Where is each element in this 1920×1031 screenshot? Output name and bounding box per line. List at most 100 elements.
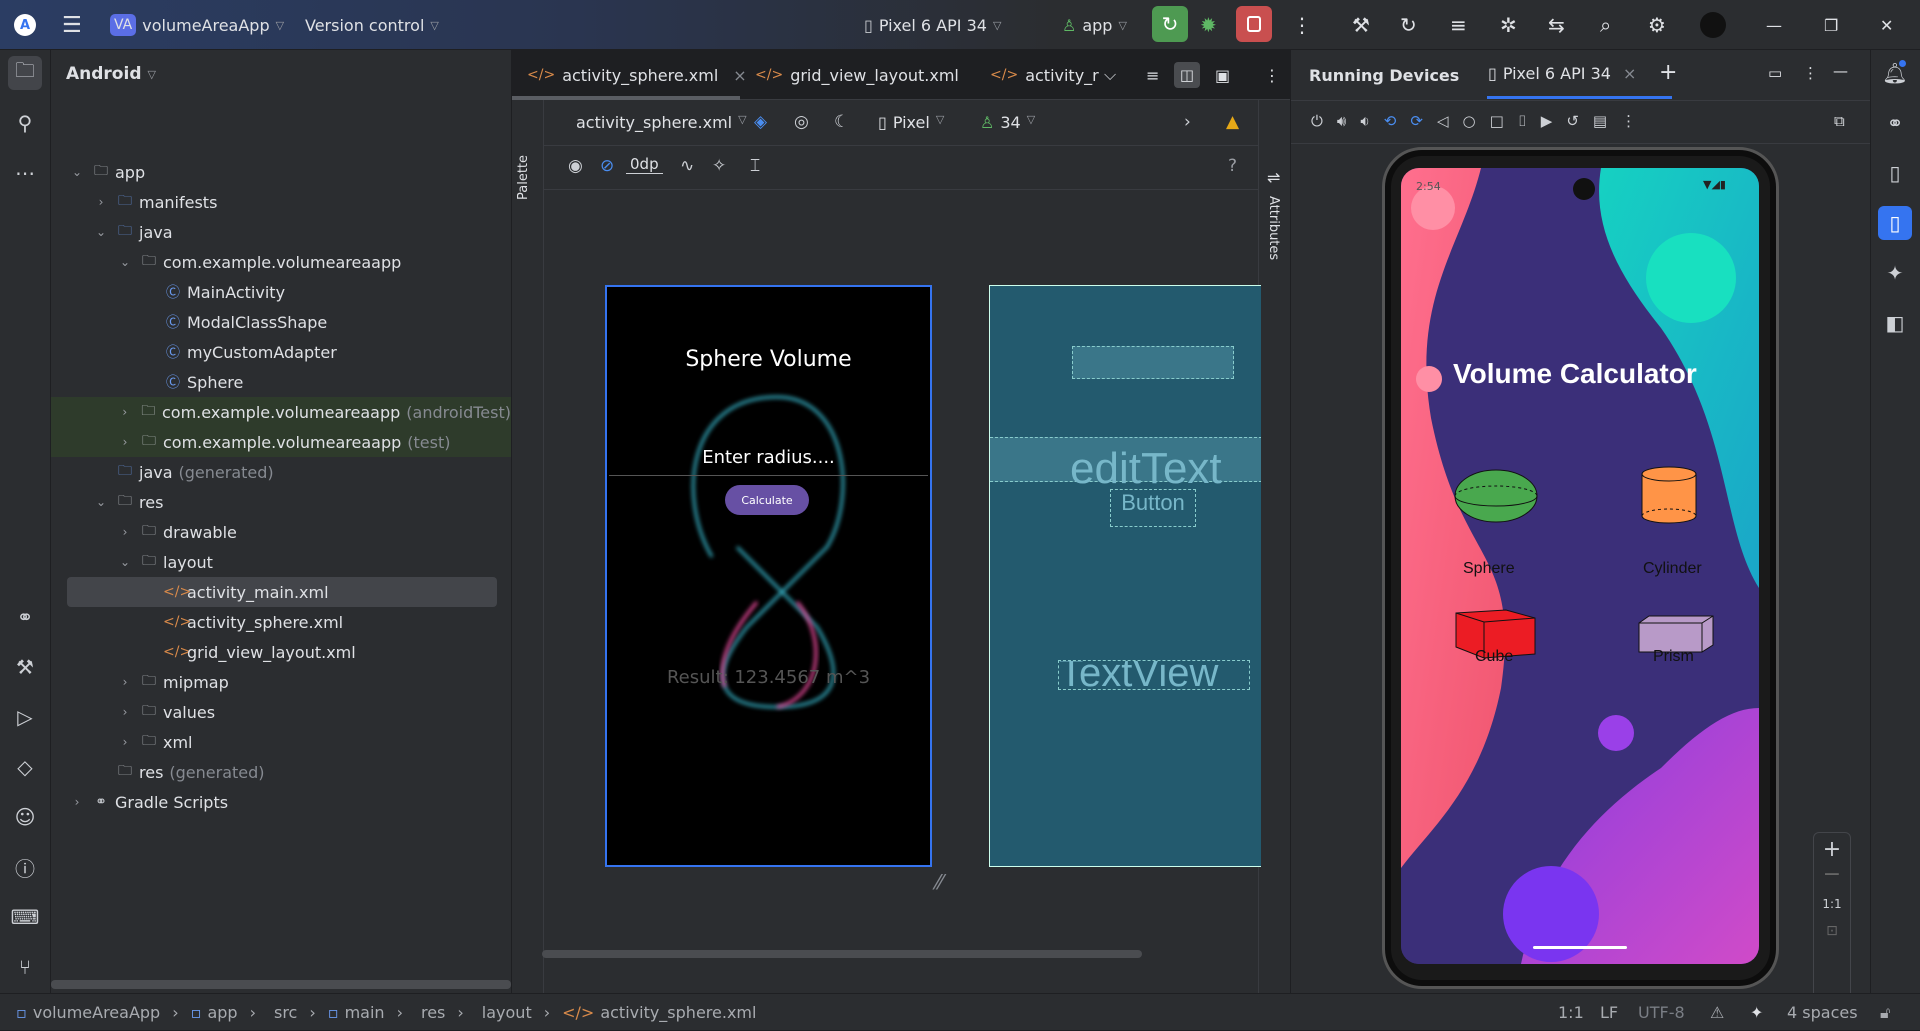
tree-item[interactable]: ⌄ 🗀 java xyxy=(51,217,511,247)
gemini-status-icon[interactable]: ✦ xyxy=(1750,994,1763,1031)
design-view-icon[interactable]: ▣ xyxy=(1215,50,1230,100)
overview-icon[interactable]: □ xyxy=(1490,112,1504,130)
tree-item[interactable]: Ⓒ MainActivity xyxy=(51,277,511,307)
clear-constraints-icon[interactable]: ∿ xyxy=(680,156,694,176)
breadcrumb-item[interactable]: activity_sphere.xml xyxy=(600,1003,756,1022)
indent-setting[interactable]: 4 spaces xyxy=(1787,994,1858,1031)
minimize-button[interactable]: — xyxy=(1766,0,1782,50)
terminal-icon[interactable]: ⌨ xyxy=(8,900,42,934)
design-preview[interactable]: Sphere Volume Enter radius.... Calculate… xyxy=(605,285,932,867)
help-button[interactable]: ? xyxy=(1228,156,1237,176)
running-devices-icon[interactable]: ▯ xyxy=(1878,206,1912,240)
build-icon[interactable]: ⚒ xyxy=(1352,0,1370,50)
phone-screen[interactable]: 2:54 ▼◢▮ Volume Calculator Sphere Cylind… xyxy=(1401,168,1759,964)
sphere-shape-icon[interactable] xyxy=(1453,468,1539,524)
debug-icon[interactable]: ✹ xyxy=(1200,0,1217,50)
run-tool-icon[interactable]: ▷ xyxy=(8,700,42,734)
project-tool-icon[interactable]: 🗀 xyxy=(8,56,42,90)
gradle-sync-icon[interactable]: ⇆ xyxy=(1548,0,1565,50)
tab-grid-view-layout[interactable]: </> grid_view_layout.xml xyxy=(755,50,959,100)
app-quality-icon[interactable]: ◇ xyxy=(8,750,42,784)
canvas-horizontal-scrollbar[interactable] xyxy=(542,950,1142,958)
volume-down-icon[interactable]: 🔉︎ xyxy=(1360,112,1369,130)
tree-item[interactable]: Ⓒ Sphere xyxy=(51,367,511,397)
gesture-nav-bar[interactable] xyxy=(1533,946,1627,949)
device-tab[interactable]: ▯ Pixel 6 API 34 × xyxy=(1488,64,1636,83)
prism-label[interactable]: Prism xyxy=(1653,648,1694,666)
split-view-icon[interactable]: ◫ xyxy=(1174,62,1200,88)
guidelines-icon[interactable]: ⌶ xyxy=(750,156,760,176)
resource-manager-icon[interactable]: ⚲ xyxy=(8,106,42,140)
layers-icon[interactable]: ◈ xyxy=(754,112,767,132)
cursor-position[interactable]: 1:1 xyxy=(1558,994,1584,1031)
project-selector[interactable]: VA volumeAreaApp ▽ xyxy=(110,0,284,50)
project-view-selector[interactable]: Android ▽ xyxy=(66,64,156,84)
preview-radius-input[interactable]: Enter radius.... xyxy=(607,447,930,468)
notifications-icon[interactable]: 🔔︎ xyxy=(1878,56,1912,90)
breadcrumb-item[interactable]: src xyxy=(274,1003,297,1022)
chevron-down-icon[interactable]: ⌄ xyxy=(117,555,133,569)
add-device-icon[interactable]: + xyxy=(1659,60,1677,85)
problems-icon[interactable]: ⓘ xyxy=(8,850,42,884)
tree-item[interactable]: › 🗀 com.example.volumeareaapp (androidTest) xyxy=(51,397,511,427)
snapshot-icon[interactable]: ▤ xyxy=(1593,112,1607,130)
tree-item[interactable]: › 🗀 com.example.volumeareaapp (test) xyxy=(51,427,511,457)
device-manager-icon[interactable]: ▯ xyxy=(1878,156,1912,190)
record-icon[interactable]: ▶ xyxy=(1541,112,1553,130)
attributes-icon[interactable]: ⇌ xyxy=(1267,168,1280,187)
close-button[interactable]: ✕ xyxy=(1880,0,1893,50)
gradle-tool-icon[interactable]: ⚭ xyxy=(1878,106,1912,140)
breadcrumb-item[interactable]: layout xyxy=(482,1003,532,1022)
palette-tab[interactable]: Palette xyxy=(516,155,531,200)
zoom-actual-size-button[interactable]: 1:1 xyxy=(1814,897,1850,911)
run-config-selector[interactable]: ♙ app ▽ xyxy=(1062,0,1127,50)
chevron-right-icon[interactable]: › xyxy=(117,525,133,539)
tree-item[interactable]: </> activity_main.xml xyxy=(67,577,497,607)
build-tool-icon[interactable]: ⚒ xyxy=(8,650,42,684)
tab-activity-sphere[interactable]: </> activity_sphere.xml × xyxy=(527,50,747,100)
tree-item[interactable]: ⌄ 🗀 layout xyxy=(51,547,511,577)
layout-icon[interactable]: ▭ xyxy=(1768,64,1782,82)
api-level-selector[interactable]: ♙ 34 ▽ xyxy=(980,113,1035,132)
tab-list-dropdown[interactable]: ⌵ xyxy=(1104,50,1116,100)
attributes-tab[interactable]: Attributes xyxy=(1266,196,1281,260)
sync-icon[interactable]: ≡ xyxy=(1450,0,1467,50)
breadcrumb-item[interactable]: res xyxy=(421,1003,445,1022)
volume-up-icon[interactable]: 🔊︎ xyxy=(1337,112,1346,130)
rotate-left-icon[interactable]: ⟲ xyxy=(1384,112,1397,130)
gear-icon[interactable]: ⚙ xyxy=(1648,0,1666,50)
main-menu-icon[interactable]: ☰ xyxy=(62,0,82,50)
stop-button[interactable] xyxy=(1236,6,1272,42)
breadcrumb-item[interactable]: app xyxy=(207,1003,237,1022)
search-icon[interactable]: ⌕ xyxy=(1600,0,1611,50)
tree-item[interactable]: 🗀 res (generated) xyxy=(51,757,511,787)
home-icon[interactable]: ○ xyxy=(1462,112,1475,130)
tree-item[interactable]: ⌄ 🗀 com.example.volumeareaapp xyxy=(51,247,511,277)
tree-item[interactable]: › 🗀 manifests xyxy=(51,187,511,217)
more-icon[interactable]: ⋮ xyxy=(1264,50,1280,100)
chevron-down-icon[interactable]: ⌄ xyxy=(117,255,133,269)
code-view-icon[interactable]: ≡ xyxy=(1146,50,1159,100)
device-preview-selector[interactable]: ▯ Pixel ▽ xyxy=(878,113,944,132)
gemini-icon[interactable]: ✦ xyxy=(1878,256,1912,290)
apply-changes-button[interactable]: ↻ xyxy=(1152,6,1188,42)
chevron-right-icon[interactable]: › xyxy=(117,735,133,749)
tree-item[interactable]: ⌄ 🗀 app xyxy=(51,157,511,187)
gradle-icon[interactable]: ⚭ xyxy=(8,600,42,634)
power-icon[interactable]: ⏻ xyxy=(1311,112,1323,130)
infer-constraints-icon[interactable]: ✧ xyxy=(712,156,726,176)
tree-item[interactable]: › 🗀 values xyxy=(51,697,511,727)
horizontal-scrollbar[interactable] xyxy=(51,980,511,989)
warning-icon[interactable]: ▲ xyxy=(1226,112,1239,132)
tree-item[interactable]: Ⓒ ModalClassShape xyxy=(51,307,511,337)
eye-icon[interactable]: ◉ xyxy=(568,156,583,176)
tree-item[interactable]: </> activity_sphere.xml xyxy=(51,607,511,637)
tree-item[interactable]: › 🗀 mipmap xyxy=(51,667,511,697)
git-icon[interactable]: ⑂ xyxy=(8,950,42,984)
tree-item[interactable]: › 🗀 xml xyxy=(51,727,511,757)
chevron-down-icon[interactable]: ⌄ xyxy=(93,225,109,239)
line-separator[interactable]: LF xyxy=(1600,994,1618,1031)
cube-label[interactable]: Cube xyxy=(1475,648,1513,666)
chevron-right-icon[interactable]: › xyxy=(69,795,85,809)
translate-icon[interactable]: ↻ xyxy=(1400,0,1417,50)
